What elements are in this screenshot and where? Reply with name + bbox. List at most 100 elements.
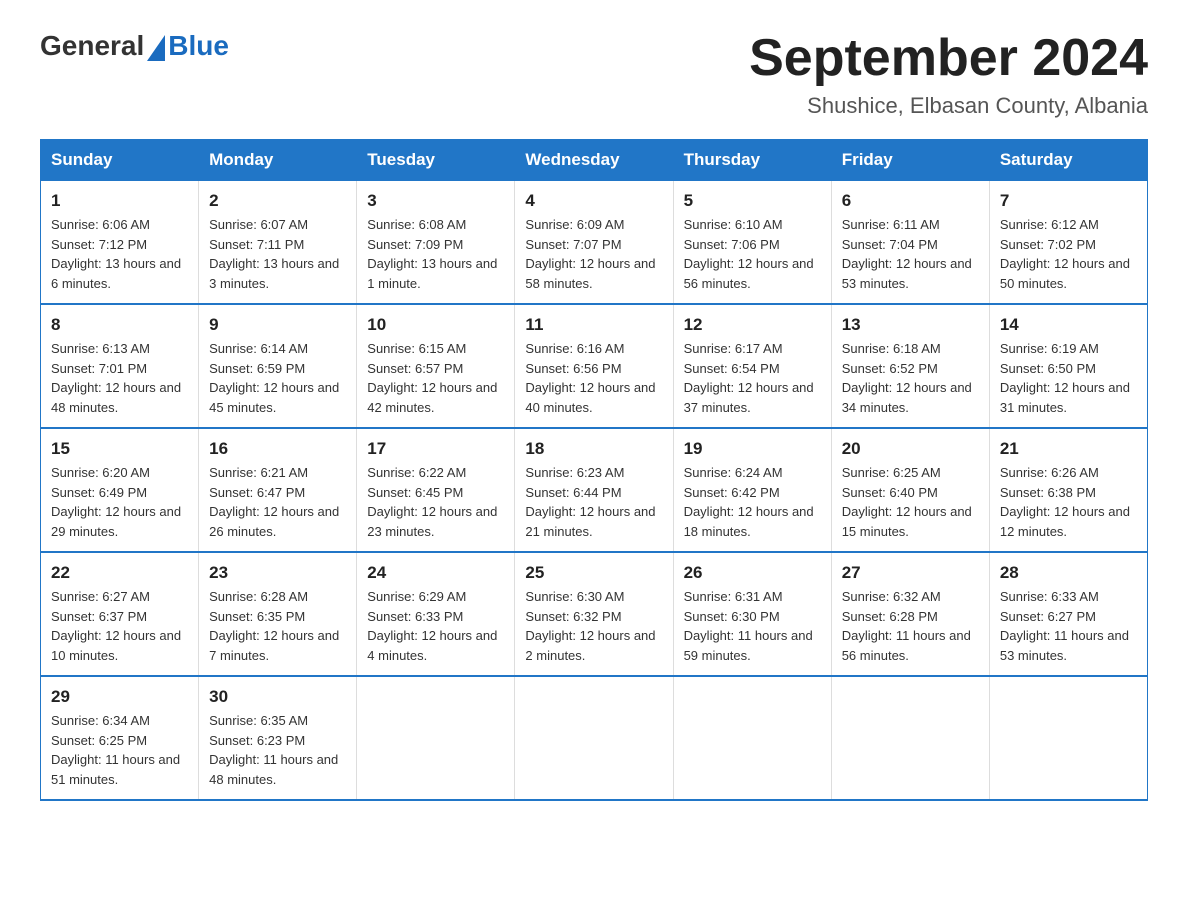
day-number: 4 <box>525 191 662 211</box>
calendar-cell: 14 Sunrise: 6:19 AM Sunset: 6:50 PM Dayl… <box>989 304 1147 428</box>
calendar-title: September 2024 <box>749 30 1148 87</box>
week-row-1: 1 Sunrise: 6:06 AM Sunset: 7:12 PM Dayli… <box>41 181 1148 305</box>
calendar-cell: 8 Sunrise: 6:13 AM Sunset: 7:01 PM Dayli… <box>41 304 199 428</box>
calendar-cell <box>357 676 515 800</box>
day-number: 14 <box>1000 315 1137 335</box>
logo-area: General Blue <box>40 30 229 62</box>
calendar-cell: 21 Sunrise: 6:26 AM Sunset: 6:38 PM Dayl… <box>989 428 1147 552</box>
calendar-cell: 10 Sunrise: 6:15 AM Sunset: 6:57 PM Dayl… <box>357 304 515 428</box>
calendar-cell: 11 Sunrise: 6:16 AM Sunset: 6:56 PM Dayl… <box>515 304 673 428</box>
day-number: 8 <box>51 315 188 335</box>
day-info: Sunrise: 6:30 AM Sunset: 6:32 PM Dayligh… <box>525 589 655 663</box>
week-row-3: 15 Sunrise: 6:20 AM Sunset: 6:49 PM Dayl… <box>41 428 1148 552</box>
day-info: Sunrise: 6:22 AM Sunset: 6:45 PM Dayligh… <box>367 465 497 539</box>
week-row-2: 8 Sunrise: 6:13 AM Sunset: 7:01 PM Dayli… <box>41 304 1148 428</box>
calendar-cell: 28 Sunrise: 6:33 AM Sunset: 6:27 PM Dayl… <box>989 552 1147 676</box>
day-info: Sunrise: 6:33 AM Sunset: 6:27 PM Dayligh… <box>1000 589 1129 663</box>
day-info: Sunrise: 6:24 AM Sunset: 6:42 PM Dayligh… <box>684 465 814 539</box>
title-area: September 2024 Shushice, Elbasan County,… <box>749 30 1148 119</box>
day-number: 15 <box>51 439 188 459</box>
day-number: 22 <box>51 563 188 583</box>
calendar-cell: 29 Sunrise: 6:34 AM Sunset: 6:25 PM Dayl… <box>41 676 199 800</box>
day-info: Sunrise: 6:08 AM Sunset: 7:09 PM Dayligh… <box>367 217 497 291</box>
weekday-header-friday: Friday <box>831 140 989 181</box>
calendar-cell <box>673 676 831 800</box>
day-info: Sunrise: 6:35 AM Sunset: 6:23 PM Dayligh… <box>209 713 338 787</box>
weekday-header-sunday: Sunday <box>41 140 199 181</box>
calendar-cell <box>989 676 1147 800</box>
day-info: Sunrise: 6:09 AM Sunset: 7:07 PM Dayligh… <box>525 217 655 291</box>
calendar-cell: 26 Sunrise: 6:31 AM Sunset: 6:30 PM Dayl… <box>673 552 831 676</box>
calendar-cell: 22 Sunrise: 6:27 AM Sunset: 6:37 PM Dayl… <box>41 552 199 676</box>
day-number: 2 <box>209 191 346 211</box>
calendar-cell: 15 Sunrise: 6:20 AM Sunset: 6:49 PM Dayl… <box>41 428 199 552</box>
logo-triangle-icon <box>147 35 165 61</box>
day-number: 6 <box>842 191 979 211</box>
day-number: 18 <box>525 439 662 459</box>
day-info: Sunrise: 6:34 AM Sunset: 6:25 PM Dayligh… <box>51 713 180 787</box>
day-number: 27 <box>842 563 979 583</box>
calendar-subtitle: Shushice, Elbasan County, Albania <box>749 93 1148 119</box>
calendar-cell: 2 Sunrise: 6:07 AM Sunset: 7:11 PM Dayli… <box>199 181 357 305</box>
week-row-5: 29 Sunrise: 6:34 AM Sunset: 6:25 PM Dayl… <box>41 676 1148 800</box>
calendar-header: SundayMondayTuesdayWednesdayThursdayFrid… <box>41 140 1148 181</box>
weekday-header-thursday: Thursday <box>673 140 831 181</box>
calendar-cell: 23 Sunrise: 6:28 AM Sunset: 6:35 PM Dayl… <box>199 552 357 676</box>
day-info: Sunrise: 6:23 AM Sunset: 6:44 PM Dayligh… <box>525 465 655 539</box>
calendar-cell <box>515 676 673 800</box>
day-info: Sunrise: 6:21 AM Sunset: 6:47 PM Dayligh… <box>209 465 339 539</box>
day-number: 12 <box>684 315 821 335</box>
calendar-cell: 18 Sunrise: 6:23 AM Sunset: 6:44 PM Dayl… <box>515 428 673 552</box>
day-number: 3 <box>367 191 504 211</box>
calendar-cell: 17 Sunrise: 6:22 AM Sunset: 6:45 PM Dayl… <box>357 428 515 552</box>
day-info: Sunrise: 6:19 AM Sunset: 6:50 PM Dayligh… <box>1000 341 1130 415</box>
calendar-cell: 9 Sunrise: 6:14 AM Sunset: 6:59 PM Dayli… <box>199 304 357 428</box>
day-number: 29 <box>51 687 188 707</box>
page-header: General Blue September 2024 Shushice, El… <box>40 30 1148 119</box>
day-number: 19 <box>684 439 821 459</box>
weekday-header-wednesday: Wednesday <box>515 140 673 181</box>
calendar-cell: 16 Sunrise: 6:21 AM Sunset: 6:47 PM Dayl… <box>199 428 357 552</box>
day-number: 13 <box>842 315 979 335</box>
calendar-cell: 27 Sunrise: 6:32 AM Sunset: 6:28 PM Dayl… <box>831 552 989 676</box>
day-info: Sunrise: 6:31 AM Sunset: 6:30 PM Dayligh… <box>684 589 813 663</box>
weekday-header-saturday: Saturday <box>989 140 1147 181</box>
day-number: 28 <box>1000 563 1137 583</box>
day-info: Sunrise: 6:28 AM Sunset: 6:35 PM Dayligh… <box>209 589 339 663</box>
calendar-cell: 25 Sunrise: 6:30 AM Sunset: 6:32 PM Dayl… <box>515 552 673 676</box>
day-number: 17 <box>367 439 504 459</box>
logo-general-text: General <box>40 30 144 62</box>
calendar-body: 1 Sunrise: 6:06 AM Sunset: 7:12 PM Dayli… <box>41 181 1148 801</box>
weekday-row: SundayMondayTuesdayWednesdayThursdayFrid… <box>41 140 1148 181</box>
day-number: 26 <box>684 563 821 583</box>
day-info: Sunrise: 6:29 AM Sunset: 6:33 PM Dayligh… <box>367 589 497 663</box>
day-info: Sunrise: 6:11 AM Sunset: 7:04 PM Dayligh… <box>842 217 972 291</box>
calendar-cell: 12 Sunrise: 6:17 AM Sunset: 6:54 PM Dayl… <box>673 304 831 428</box>
calendar-cell: 4 Sunrise: 6:09 AM Sunset: 7:07 PM Dayli… <box>515 181 673 305</box>
day-number: 1 <box>51 191 188 211</box>
day-number: 16 <box>209 439 346 459</box>
day-number: 21 <box>1000 439 1137 459</box>
logo-blue-text: Blue <box>168 30 229 62</box>
day-info: Sunrise: 6:15 AM Sunset: 6:57 PM Dayligh… <box>367 341 497 415</box>
day-info: Sunrise: 6:26 AM Sunset: 6:38 PM Dayligh… <box>1000 465 1130 539</box>
day-info: Sunrise: 6:14 AM Sunset: 6:59 PM Dayligh… <box>209 341 339 415</box>
day-info: Sunrise: 6:32 AM Sunset: 6:28 PM Dayligh… <box>842 589 971 663</box>
calendar-cell: 19 Sunrise: 6:24 AM Sunset: 6:42 PM Dayl… <box>673 428 831 552</box>
calendar-cell: 3 Sunrise: 6:08 AM Sunset: 7:09 PM Dayli… <box>357 181 515 305</box>
day-number: 30 <box>209 687 346 707</box>
calendar-cell: 30 Sunrise: 6:35 AM Sunset: 6:23 PM Dayl… <box>199 676 357 800</box>
calendar-cell: 1 Sunrise: 6:06 AM Sunset: 7:12 PM Dayli… <box>41 181 199 305</box>
calendar-cell: 6 Sunrise: 6:11 AM Sunset: 7:04 PM Dayli… <box>831 181 989 305</box>
day-number: 20 <box>842 439 979 459</box>
day-info: Sunrise: 6:18 AM Sunset: 6:52 PM Dayligh… <box>842 341 972 415</box>
day-info: Sunrise: 6:25 AM Sunset: 6:40 PM Dayligh… <box>842 465 972 539</box>
day-info: Sunrise: 6:13 AM Sunset: 7:01 PM Dayligh… <box>51 341 181 415</box>
day-info: Sunrise: 6:07 AM Sunset: 7:11 PM Dayligh… <box>209 217 339 291</box>
calendar-cell: 24 Sunrise: 6:29 AM Sunset: 6:33 PM Dayl… <box>357 552 515 676</box>
day-info: Sunrise: 6:27 AM Sunset: 6:37 PM Dayligh… <box>51 589 181 663</box>
day-number: 10 <box>367 315 504 335</box>
day-info: Sunrise: 6:20 AM Sunset: 6:49 PM Dayligh… <box>51 465 181 539</box>
calendar-cell: 20 Sunrise: 6:25 AM Sunset: 6:40 PM Dayl… <box>831 428 989 552</box>
day-number: 7 <box>1000 191 1137 211</box>
